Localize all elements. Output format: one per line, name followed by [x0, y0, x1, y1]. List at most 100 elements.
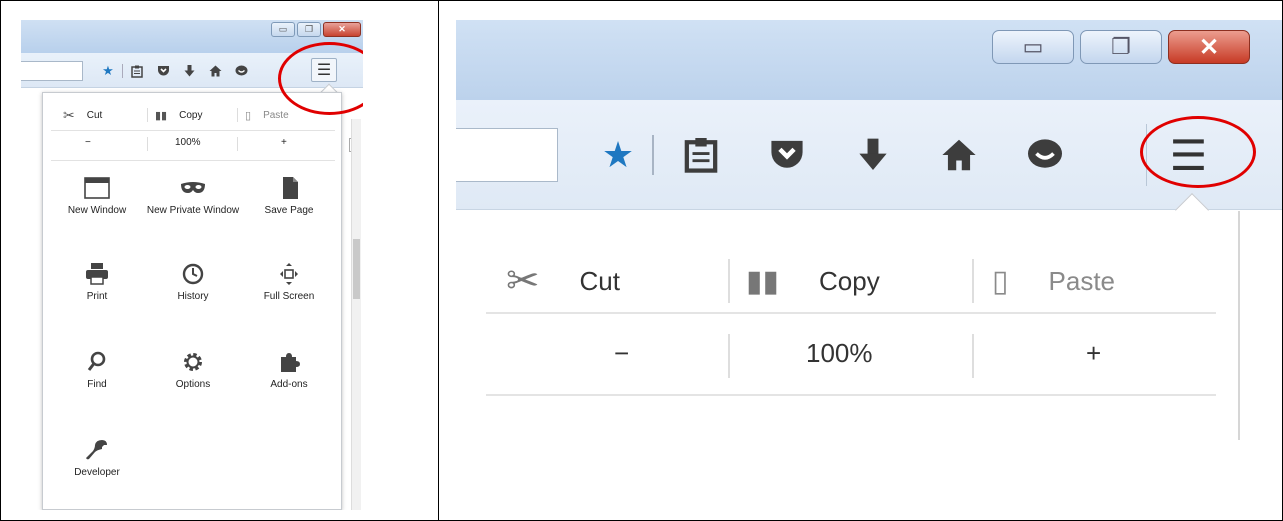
zoom-separator	[972, 334, 974, 378]
mask-icon	[181, 182, 205, 193]
chat-icon[interactable]	[228, 62, 254, 80]
find-button[interactable]: Find	[49, 351, 145, 390]
reading-list-icon[interactable]	[124, 62, 150, 80]
download-icon[interactable]	[176, 62, 202, 80]
edit-separator	[237, 108, 238, 122]
paste-label: Paste	[263, 109, 289, 121]
copy-icon: ▮▮	[155, 109, 168, 122]
developer-button[interactable]: Developer	[49, 439, 145, 478]
menu-divider	[51, 160, 335, 161]
cut-label: Cut	[579, 265, 620, 296]
pocket-icon[interactable]	[150, 62, 176, 80]
browser-toolbar-zoomed: ★ ☰	[456, 100, 1282, 210]
scrollbar-thumb[interactable]	[353, 239, 360, 299]
toolbar-separator	[122, 64, 123, 78]
puzzle-icon	[281, 353, 300, 372]
save-page-label: Save Page	[264, 205, 314, 216]
menu-divider	[486, 394, 1216, 396]
app-menu-panel: ✂ Cut ▮▮ Copy ▯ Paste − 100% + New Windo…	[42, 92, 342, 510]
wrench-icon	[86, 440, 107, 460]
toolbar-separator	[652, 135, 654, 175]
zoom-separator	[728, 334, 730, 378]
clipboard-icon: ▯	[245, 109, 252, 122]
copy-label: Copy	[179, 109, 203, 121]
restore-button-zoomed[interactable]: ❐	[1080, 30, 1162, 64]
pocket-icon[interactable]	[744, 130, 830, 180]
full-screen-label: Full Screen	[263, 291, 315, 302]
scissors-icon: ✂	[506, 259, 540, 303]
zoom-out-button[interactable]: −	[614, 338, 629, 369]
close-button[interactable]: ✕	[323, 22, 361, 37]
print-label: Print	[86, 291, 108, 302]
edit-separator	[728, 259, 730, 303]
home-icon[interactable]	[202, 62, 228, 80]
right-zoomed-screenshot: ▭ ❐ ✕ ★ ☰ ✂ Cut ▮▮ Copy ▯ Paste − 100% +	[456, 20, 1282, 440]
page-scrollbar[interactable]	[351, 119, 361, 510]
browser-toolbar: ★ ☰	[21, 53, 363, 88]
window-titlebar-zoomed: ▭ ❐ ✕	[456, 20, 1282, 100]
paste-button[interactable]: ▯ Paste	[245, 105, 289, 125]
zoom-reset-button[interactable]: 100%	[175, 137, 201, 148]
download-icon[interactable]	[830, 130, 916, 180]
fullscreen-icon	[280, 263, 298, 285]
gear-icon	[184, 353, 202, 371]
paste-button[interactable]: ▯ Paste	[992, 256, 1115, 306]
full-screen-button[interactable]: Full Screen	[241, 263, 337, 302]
minimize-button-zoomed[interactable]: ▭	[992, 30, 1074, 64]
history-label: History	[177, 291, 209, 302]
options-button[interactable]: Options	[145, 351, 241, 390]
find-label: Find	[87, 379, 107, 390]
copy-label: Copy	[819, 265, 880, 296]
zoom-out-button[interactable]: −	[85, 137, 91, 148]
zoom-controls-row: − 100% +	[43, 137, 341, 155]
restore-button[interactable]: ❐	[297, 22, 321, 37]
zoom-in-button[interactable]: +	[281, 137, 287, 148]
minimize-button[interactable]: ▭	[271, 22, 295, 37]
hamburger-menu-icon[interactable]: ☰	[1146, 124, 1230, 186]
panel-edge	[1238, 211, 1240, 440]
window-icon	[84, 177, 110, 199]
printer-icon	[86, 263, 108, 285]
zoom-in-button[interactable]: +	[1086, 338, 1101, 369]
scissors-icon: ✂	[63, 106, 75, 123]
toolbar-icons: ★	[95, 62, 254, 80]
new-private-window-button[interactable]: New Private Window	[145, 177, 241, 216]
new-window-button[interactable]: New Window	[49, 177, 145, 216]
print-button[interactable]: Print	[49, 263, 145, 302]
copy-button[interactable]: ▮▮ Copy	[746, 256, 880, 306]
zoom-reset-button[interactable]: 100%	[806, 338, 873, 369]
edit-controls-row-zoomed: ✂ Cut ▮▮ Copy ▯ Paste	[456, 256, 1236, 306]
star-icon[interactable]: ★	[95, 62, 121, 80]
new-window-label: New Window	[67, 205, 127, 216]
clipboard-icon: ▯	[992, 264, 1009, 298]
window-controls: ▭ ❐ ✕	[271, 22, 361, 37]
save-page-button[interactable]: Save Page	[241, 177, 337, 216]
close-button-zoomed[interactable]: ✕	[1168, 30, 1250, 64]
cut-button[interactable]: ✂ Cut	[63, 105, 102, 125]
hamburger-menu-icon[interactable]: ☰	[311, 58, 337, 82]
add-ons-label: Add-ons	[270, 379, 308, 390]
cut-button[interactable]: ✂ Cut	[506, 256, 620, 306]
reading-list-icon[interactable]	[658, 130, 744, 180]
add-ons-button[interactable]: Add-ons	[241, 351, 337, 390]
history-button[interactable]: History	[145, 263, 241, 302]
zoom-separator	[147, 137, 148, 151]
edit-separator	[972, 259, 974, 303]
edit-controls-row: ✂ Cut ▮▮ Copy ▯ Paste	[43, 105, 341, 125]
menu-divider	[486, 312, 1216, 314]
chat-icon[interactable]	[1002, 130, 1088, 180]
paste-label: Paste	[1048, 265, 1116, 296]
clock-icon	[182, 263, 204, 285]
copy-button[interactable]: ▮▮ Copy	[155, 105, 202, 125]
search-input-zoomed[interactable]	[456, 128, 558, 182]
search-input[interactable]	[21, 61, 83, 81]
window-titlebar: ▭ ❐ ✕	[21, 20, 363, 53]
magnifier-icon	[87, 351, 106, 371]
developer-label: Developer	[74, 467, 120, 478]
menu-divider	[51, 130, 335, 131]
star-icon[interactable]: ★	[588, 130, 648, 180]
zoom-separator	[237, 137, 238, 151]
cell-divider	[438, 0, 439, 521]
app-menu-panel-zoomed	[456, 211, 1282, 440]
home-icon[interactable]	[916, 130, 1002, 180]
